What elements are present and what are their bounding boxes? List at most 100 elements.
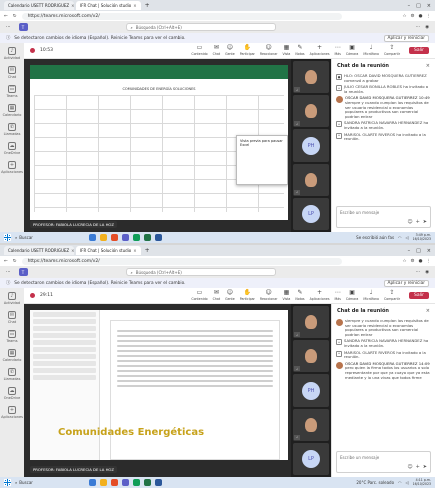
extensions-icon[interactable]: ⚙ bbox=[411, 259, 415, 264]
apply-restart-button[interactable]: Aplicar y reiniciar bbox=[383, 34, 429, 42]
reload-icon[interactable]: ↻ bbox=[13, 259, 17, 264]
send-icon[interactable]: ➤ bbox=[423, 464, 427, 470]
word-icon[interactable] bbox=[155, 479, 162, 486]
content-button[interactable]: ▭ Contenido bbox=[191, 290, 207, 302]
user-avatar[interactable]: ◉ bbox=[425, 25, 429, 30]
camera-button[interactable]: ▣ Cámara bbox=[346, 290, 359, 302]
close-icon[interactable]: × bbox=[71, 248, 74, 253]
chrome-icon[interactable] bbox=[133, 234, 140, 241]
more-options-icon[interactable]: ⋯ bbox=[416, 270, 421, 275]
app-icon[interactable] bbox=[111, 234, 118, 241]
url-field[interactable]: https://teams.microsoft.com/v2/ bbox=[21, 12, 342, 20]
leave-button[interactable]: Salir bbox=[409, 292, 429, 299]
apps-button[interactable]: + Aplicaciones bbox=[310, 45, 330, 57]
chat-button[interactable]: ✉ Chat bbox=[213, 290, 220, 302]
leave-button[interactable]: Salir bbox=[409, 47, 429, 54]
teams-icon[interactable] bbox=[122, 479, 129, 486]
share-button[interactable]: ⇪ Compartir bbox=[384, 290, 400, 302]
close-icon[interactable]: × bbox=[133, 3, 136, 8]
participant-tile[interactable]: ♩ bbox=[293, 340, 329, 373]
excel-icon[interactable] bbox=[144, 479, 151, 486]
windows-start-icon[interactable] bbox=[4, 479, 11, 486]
back-icon[interactable]: ← bbox=[4, 14, 8, 19]
more-options-icon[interactable]: ⋯ bbox=[416, 25, 421, 30]
browser-tab-active[interactable]: IFR Chat | Solución studio × bbox=[76, 246, 141, 255]
teams-icon[interactable] bbox=[122, 234, 129, 241]
chat-composer[interactable]: Escribe un mensaje ☺ + ➤ bbox=[336, 451, 431, 473]
view-button[interactable]: ▦ Vista bbox=[283, 45, 291, 57]
menu-icon[interactable]: ⋮ bbox=[427, 259, 432, 264]
reload-icon[interactable]: ↻ bbox=[13, 14, 17, 19]
rail-item-apps[interactable]: + Aplicaciones bbox=[1, 161, 23, 174]
close-icon[interactable]: × bbox=[71, 3, 74, 8]
content-button[interactable]: ▭ Contenido bbox=[191, 45, 207, 57]
profile-icon[interactable]: ● bbox=[419, 259, 423, 264]
excel-icon[interactable] bbox=[144, 234, 151, 241]
rail-item-calls[interactable]: ✆ Llamadas bbox=[4, 123, 20, 136]
people-button[interactable]: ☺ Gente bbox=[225, 45, 235, 57]
search-input[interactable]: ⌕ Búsqueda (Ctrl+Alt+E) bbox=[125, 23, 276, 31]
chat-composer[interactable]: Escribe un mensaje ☺ + ➤ bbox=[336, 206, 431, 228]
wifi-icon[interactable]: ◠ bbox=[398, 480, 402, 485]
profile-icon[interactable]: ● bbox=[419, 14, 423, 19]
taskbar-search[interactable]: ⌕ Buscar bbox=[15, 235, 55, 240]
close-icon[interactable]: × bbox=[133, 248, 136, 253]
windows-start-icon[interactable] bbox=[4, 234, 11, 241]
participant-tile[interactable]: ♩ bbox=[293, 163, 329, 196]
participant-tile[interactable]: ♩ bbox=[293, 408, 329, 441]
notes-button[interactable]: ✎ Notas bbox=[295, 45, 304, 57]
emoji-icon[interactable]: ☺ bbox=[407, 464, 412, 470]
more-button[interactable]: ⋯ Más bbox=[335, 45, 341, 57]
send-icon[interactable]: ➤ bbox=[423, 219, 427, 225]
chat-button[interactable]: ✉ Chat bbox=[213, 45, 220, 57]
rail-item-teams[interactable]: ☷ Teams bbox=[6, 85, 18, 98]
attach-icon[interactable]: + bbox=[416, 464, 420, 470]
rail-item-calendar[interactable]: ▦ Calendario bbox=[3, 349, 21, 362]
volume-icon[interactable]: ◁ bbox=[406, 235, 409, 240]
clock[interactable]: 3:49 p.m. 16/10/2023 bbox=[413, 233, 431, 242]
url-field[interactable]: https://teams.microsoft.com/v2/ bbox=[21, 257, 342, 265]
taskbar-search[interactable]: ⌕ Buscar bbox=[15, 480, 55, 485]
people-button[interactable]: ☺ Gente bbox=[225, 290, 235, 302]
user-avatar[interactable]: ◉ bbox=[425, 270, 429, 275]
participant-tile[interactable]: ♩ bbox=[293, 61, 329, 94]
more-icon[interactable]: ⋯ bbox=[6, 25, 11, 30]
react-button[interactable]: ☺ Reaccionar bbox=[260, 45, 278, 57]
rail-item-apps[interactable]: + Aplicaciones bbox=[1, 406, 23, 419]
rail-item-activity[interactable]: ♪ Actividad bbox=[4, 292, 20, 305]
clock[interactable]: 4:11 p.m. 16/10/2023 bbox=[413, 478, 431, 487]
folder-icon[interactable] bbox=[100, 234, 107, 241]
rail-item-onedrive[interactable]: ☁ OneDrive bbox=[4, 142, 20, 155]
wifi-icon[interactable]: ◠ bbox=[398, 235, 402, 240]
new-tab-icon[interactable]: + bbox=[145, 2, 150, 9]
browser-tab[interactable]: Calendario USETT RODRIGUEZ × bbox=[4, 246, 74, 255]
back-icon[interactable]: ← bbox=[4, 259, 8, 264]
close-window-icon[interactable]: × bbox=[427, 248, 431, 254]
rail-item-activity[interactable]: ♪ Actividad bbox=[4, 47, 20, 60]
more-button[interactable]: ⋯ Más bbox=[335, 290, 341, 302]
app-icon[interactable] bbox=[89, 479, 96, 486]
folder-icon[interactable] bbox=[100, 479, 107, 486]
rail-item-calls[interactable]: ✆ Llamadas bbox=[4, 368, 20, 381]
raise-hand-button[interactable]: ✋ Participar bbox=[240, 290, 255, 302]
participant-tile[interactable]: ♩ bbox=[293, 306, 329, 339]
app-icon[interactable] bbox=[89, 234, 96, 241]
browser-tab-active[interactable]: IFR Chat | Solución studio × bbox=[76, 1, 141, 10]
notes-button[interactable]: ✎ Notas bbox=[295, 290, 304, 302]
more-icon[interactable]: ⋯ bbox=[6, 270, 11, 275]
star-icon[interactable]: ☆ bbox=[402, 259, 406, 264]
mic-button[interactable]: ♩ Micrófono bbox=[363, 290, 379, 302]
maximize-icon[interactable]: □ bbox=[416, 3, 421, 9]
minimize-icon[interactable]: – bbox=[408, 3, 411, 9]
menu-icon[interactable]: ⋮ bbox=[427, 14, 432, 19]
close-icon[interactable]: × bbox=[426, 63, 430, 69]
camera-button[interactable]: ▣ Cámara bbox=[346, 45, 359, 57]
extensions-icon[interactable]: ⚙ bbox=[411, 14, 415, 19]
rail-item-calendar[interactable]: ▦ Calendario bbox=[3, 104, 21, 117]
new-tab-icon[interactable]: + bbox=[145, 247, 150, 254]
browser-tab[interactable]: Calendario USETT RODRIGUEZ × bbox=[4, 1, 74, 10]
react-button[interactable]: ☺ Reaccionar bbox=[260, 290, 278, 302]
search-input[interactable]: ⌕ Búsqueda (Ctrl+Alt+E) bbox=[125, 268, 276, 276]
app-icon[interactable] bbox=[111, 479, 118, 486]
view-button[interactable]: ▦ Vista bbox=[283, 290, 291, 302]
